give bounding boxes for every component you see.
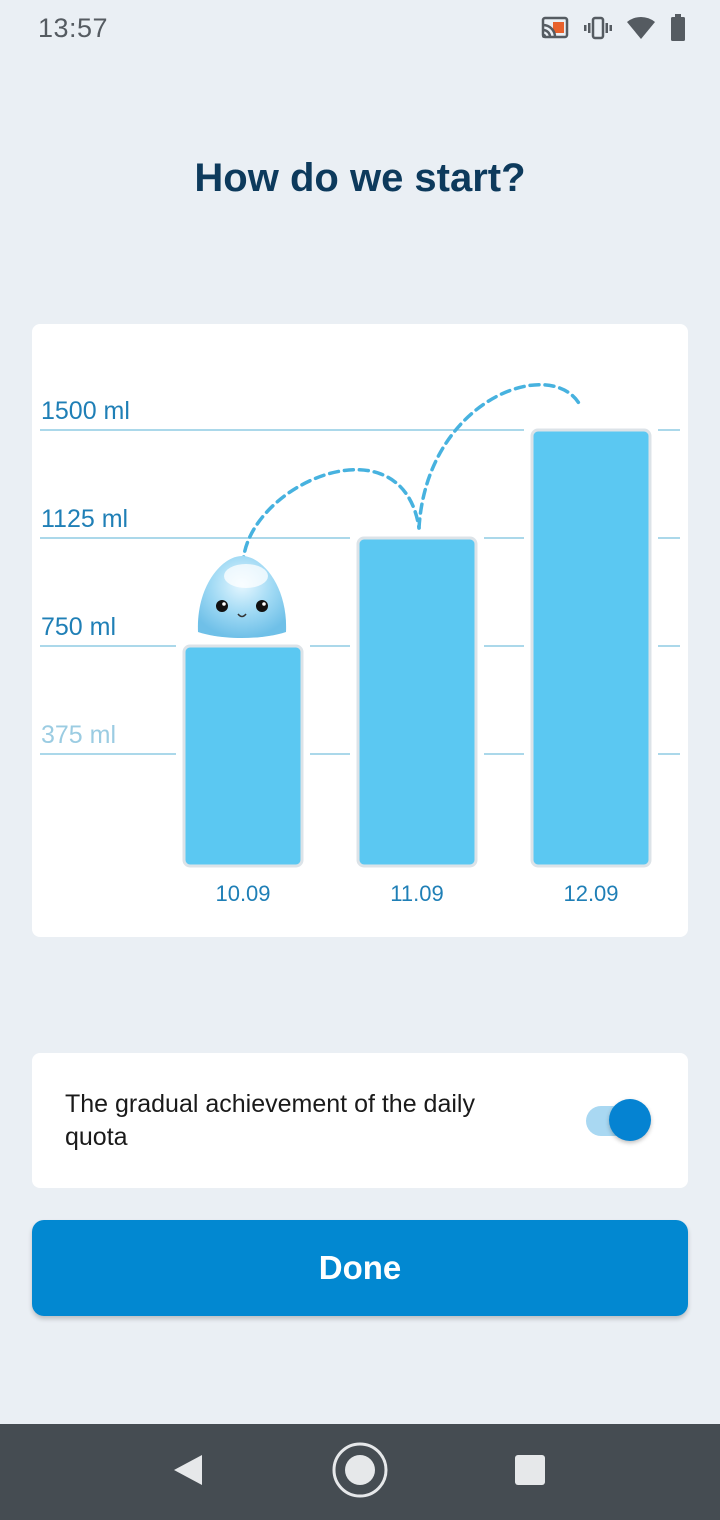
- y-tick-label: 750 ml: [41, 613, 116, 641]
- bar: [182, 644, 304, 868]
- chart-card: 375 ml 750 ml 1125 ml 1500 ml 10.09 11.09 12.0…: [32, 324, 688, 937]
- home-icon: [331, 1441, 389, 1504]
- y-tick-label: 375 ml: [41, 721, 116, 749]
- y-tick-label: 1500 ml: [41, 397, 130, 425]
- gradual-quota-label: The gradual achievement of the daily quo…: [65, 1089, 475, 1151]
- y-tick-label: 1125 ml: [41, 505, 128, 533]
- gradual-quota-toggle[interactable]: [584, 1098, 651, 1143]
- back-button[interactable]: [148, 1424, 228, 1520]
- done-button[interactable]: Done: [32, 1220, 688, 1316]
- status-icons: [540, 14, 686, 42]
- x-tick-label: 11.09: [390, 881, 443, 906]
- status-time: 13:57: [38, 12, 109, 43]
- cast-icon: [540, 16, 570, 40]
- recents-button[interactable]: [490, 1424, 570, 1520]
- back-icon: [172, 1453, 204, 1492]
- bar: [356, 536, 478, 868]
- wifi-icon: [626, 16, 656, 40]
- page-title: How do we start?: [194, 156, 526, 200]
- home-button[interactable]: [320, 1424, 400, 1520]
- vibrate-icon: [584, 16, 612, 40]
- x-tick-label: 12.09: [563, 881, 618, 906]
- toggle-thumb: [609, 1098, 651, 1141]
- status-bar: 13:57: [0, 0, 720, 56]
- daily-quota-chart: 375 ml 750 ml 1125 ml 1500 ml 10.09 11.09 12.0…: [40, 382, 680, 906]
- battery-icon: [670, 14, 686, 42]
- system-nav-bar: [0, 1424, 720, 1520]
- gradual-quota-setting: The gradual achievement of the daily quo…: [32, 1053, 688, 1188]
- recents-icon: [514, 1454, 546, 1491]
- water-drop-mascot: [197, 556, 287, 638]
- x-tick-label: 10.09: [215, 881, 270, 906]
- bar: [530, 428, 652, 868]
